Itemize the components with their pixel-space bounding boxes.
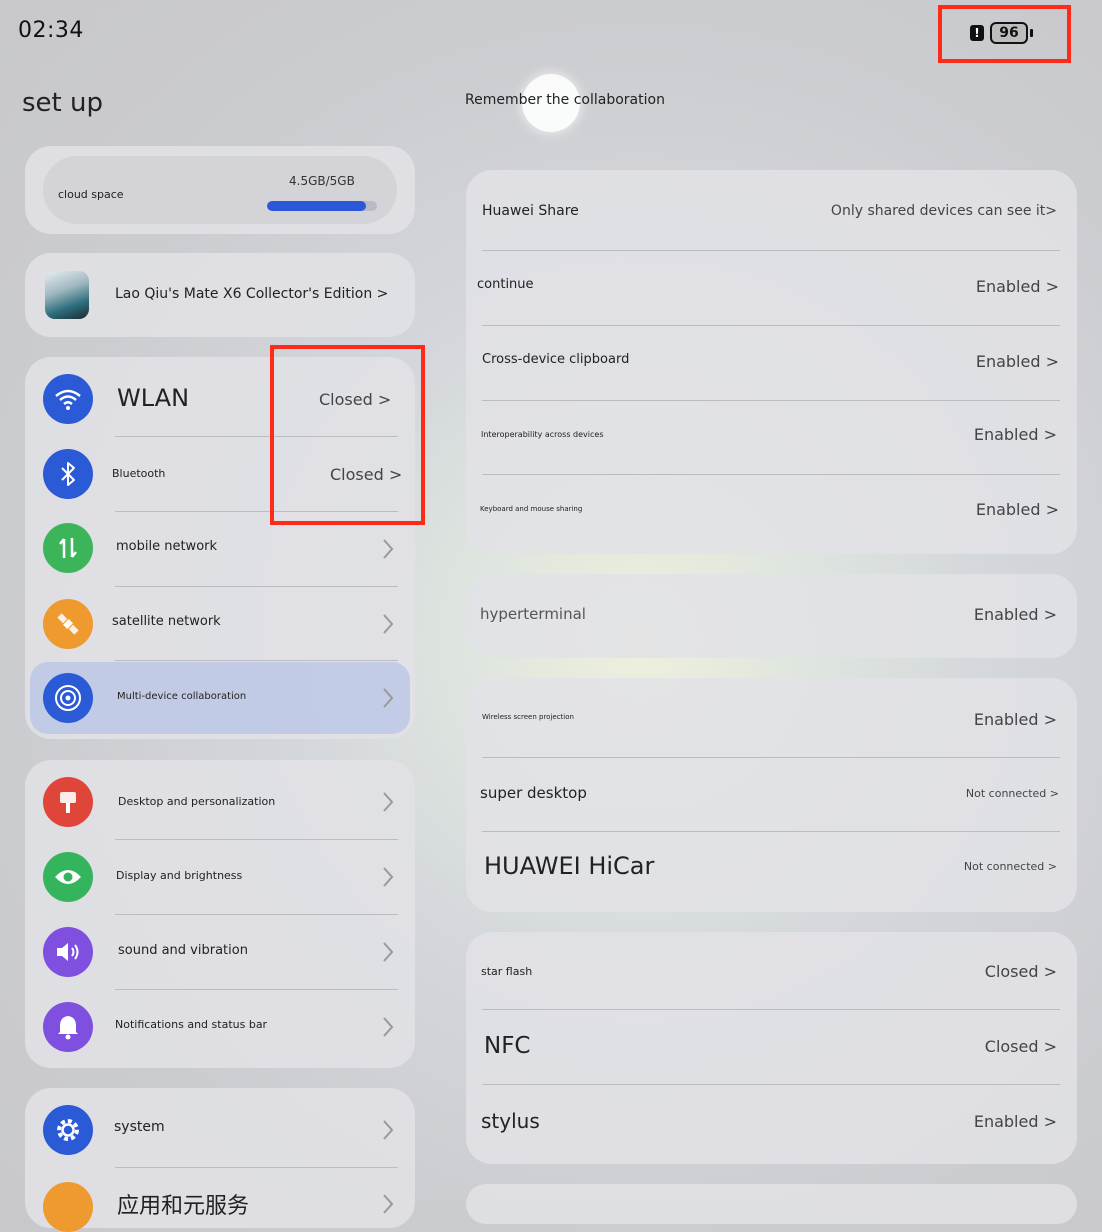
settings-row-super-desktop[interactable]: super desktop Not connected >: [466, 758, 1077, 832]
mobile-data-icon: [43, 523, 93, 573]
settings-row-star-flash[interactable]: star flash Closed >: [466, 932, 1077, 1010]
continue-label: continue: [477, 277, 534, 292]
gear-icon: [43, 1105, 93, 1155]
status-highlight-box: [270, 345, 425, 525]
super-desktop-value: Not connected >: [965, 787, 1059, 800]
hyperterminal-card: hyperterminal Enabled >: [466, 574, 1077, 658]
cross-device-clipboard-label: Cross-device clipboard: [482, 352, 630, 367]
hicar-value: Not connected >: [963, 860, 1057, 873]
interoperability-label: Interoperability across devices: [481, 430, 604, 439]
settings-row-cross-device-clipboard[interactable]: Cross-device clipboard Enabled >: [466, 326, 1077, 400]
nfc-value: Closed >: [984, 1037, 1057, 1056]
settings-row-hicar[interactable]: HUAWEI HiCar Not connected >: [466, 832, 1077, 912]
stylus-label: stylus: [481, 1109, 540, 1133]
device-thumbnail: [45, 271, 89, 319]
huawei-share-label: Huawei Share: [482, 203, 579, 219]
hyperterminal-value: Enabled >: [973, 605, 1057, 624]
device-name: Lao Qiu's Mate X6 Collector's Edition >: [115, 286, 389, 302]
settings-row-huawei-share[interactable]: Huawei Share Only shared devices can see…: [466, 170, 1077, 250]
apps-icon: [43, 1182, 93, 1232]
display-card: Desktop and personalization Display and …: [25, 760, 415, 1068]
apps-label: 应用和元服务: [117, 1194, 250, 1219]
system-card: system 应用和元服务: [25, 1088, 415, 1232]
hyperterminal-label: hyperterminal: [480, 605, 586, 623]
chevron-right-icon: [383, 688, 394, 708]
settings-row-desktop-personalization[interactable]: Desktop and personalization: [25, 760, 415, 838]
battery-highlight-box: [938, 5, 1071, 63]
nfc-card: star flash Closed > NFC Closed > stylus …: [466, 932, 1077, 1164]
chevron-right-icon: [383, 792, 394, 812]
cross-device-clipboard-value: Enabled >: [975, 352, 1059, 371]
chevron-right-icon: [383, 1194, 394, 1214]
next-card-partial: [466, 1184, 1077, 1224]
eye-icon: [43, 852, 93, 902]
satellite-network-label: satellite network: [112, 614, 221, 629]
keyboard-mouse-sharing-label: Keyboard and mouse sharing: [480, 505, 583, 513]
hicar-label: HUAWEI HiCar: [484, 852, 655, 880]
settings-row-wireless-projection[interactable]: Wireless screen projection Enabled >: [466, 678, 1077, 758]
continue-value: Enabled >: [975, 277, 1059, 296]
stylus-value: Enabled >: [973, 1112, 1057, 1131]
huawei-share-value: Only shared devices can see it>: [830, 203, 1057, 219]
settings-row-apps[interactable]: 应用和元服务: [25, 1168, 415, 1232]
wireless-projection-label: Wireless screen projection: [482, 713, 574, 721]
satellite-icon: [43, 599, 93, 649]
chevron-right-icon: [383, 1120, 394, 1140]
nfc-label: NFC: [484, 1033, 531, 1059]
multi-device-collaboration-label: Multi-device collaboration: [117, 691, 247, 702]
collaboration-icon: [43, 673, 93, 723]
paintbrush-icon: [43, 777, 93, 827]
chevron-right-icon: [383, 1017, 394, 1037]
chevron-right-icon: [383, 942, 394, 962]
sound-vibration-label: sound and vibration: [118, 943, 248, 958]
cloud-storage-fill: [267, 201, 366, 211]
cloud-storage-bar: [267, 201, 377, 211]
settings-row-continue[interactable]: continue Enabled >: [466, 251, 1077, 325]
settings-row-interoperability[interactable]: Interoperability across devices Enabled …: [466, 401, 1077, 475]
interoperability-value: Enabled >: [973, 425, 1057, 444]
cloud-space-value: 4.5GB/5GB: [289, 174, 355, 188]
projection-card: Wireless screen projection Enabled > sup…: [466, 678, 1077, 912]
wlan-label: WLAN: [117, 384, 190, 412]
chevron-right-icon: [383, 867, 394, 887]
settings-row-stylus[interactable]: stylus Enabled >: [466, 1085, 1077, 1161]
status-time: 02:34: [18, 18, 84, 43]
mobile-network-label: mobile network: [116, 539, 218, 554]
settings-row-nfc[interactable]: NFC Closed >: [466, 1010, 1077, 1084]
bluetooth-icon: [43, 449, 93, 499]
share-settings-card: Huawei Share Only shared devices can see…: [466, 170, 1077, 554]
settings-row-satellite-network[interactable]: satellite network: [25, 587, 415, 661]
notifications-status-bar-label: Notifications and status bar: [115, 1018, 268, 1031]
settings-row-system[interactable]: system: [25, 1088, 415, 1166]
bell-icon: [43, 1002, 93, 1052]
settings-row-keyboard-mouse-sharing[interactable]: Keyboard and mouse sharing Enabled >: [466, 475, 1077, 549]
chevron-right-icon: [383, 539, 394, 559]
super-desktop-label: super desktop: [480, 784, 587, 802]
settings-row-hyperterminal[interactable]: hyperterminal Enabled >: [466, 574, 1077, 658]
speaker-icon: [43, 927, 93, 977]
wireless-projection-value: Enabled >: [973, 710, 1057, 729]
cloud-space-label: cloud space: [58, 188, 124, 201]
right-pane-title: Remember the collaboration: [465, 92, 665, 108]
bluetooth-label: Bluetooth: [112, 467, 166, 480]
wifi-icon: [43, 374, 93, 424]
display-brightness-label: Display and brightness: [116, 869, 243, 882]
device-card[interactable]: Lao Qiu's Mate X6 Collector's Edition >: [25, 253, 415, 337]
settings-row-sound-vibration[interactable]: sound and vibration: [25, 915, 415, 989]
chevron-right-icon: [383, 614, 394, 634]
star-flash-label: star flash: [481, 965, 533, 978]
star-flash-value: Closed >: [984, 962, 1057, 981]
settings-row-multi-device-collaboration[interactable]: Multi-device collaboration: [30, 662, 410, 734]
keyboard-mouse-sharing-value: Enabled >: [975, 500, 1059, 519]
settings-row-display-brightness[interactable]: Display and brightness: [25, 840, 415, 914]
system-label: system: [114, 1119, 165, 1135]
settings-row-notifications-status-bar[interactable]: Notifications and status bar: [25, 990, 415, 1064]
page-title: set up: [22, 88, 103, 118]
desktop-personalization-label: Desktop and personalization: [118, 795, 276, 808]
cloud-space-card[interactable]: cloud space 4.5GB/5GB: [25, 146, 415, 234]
